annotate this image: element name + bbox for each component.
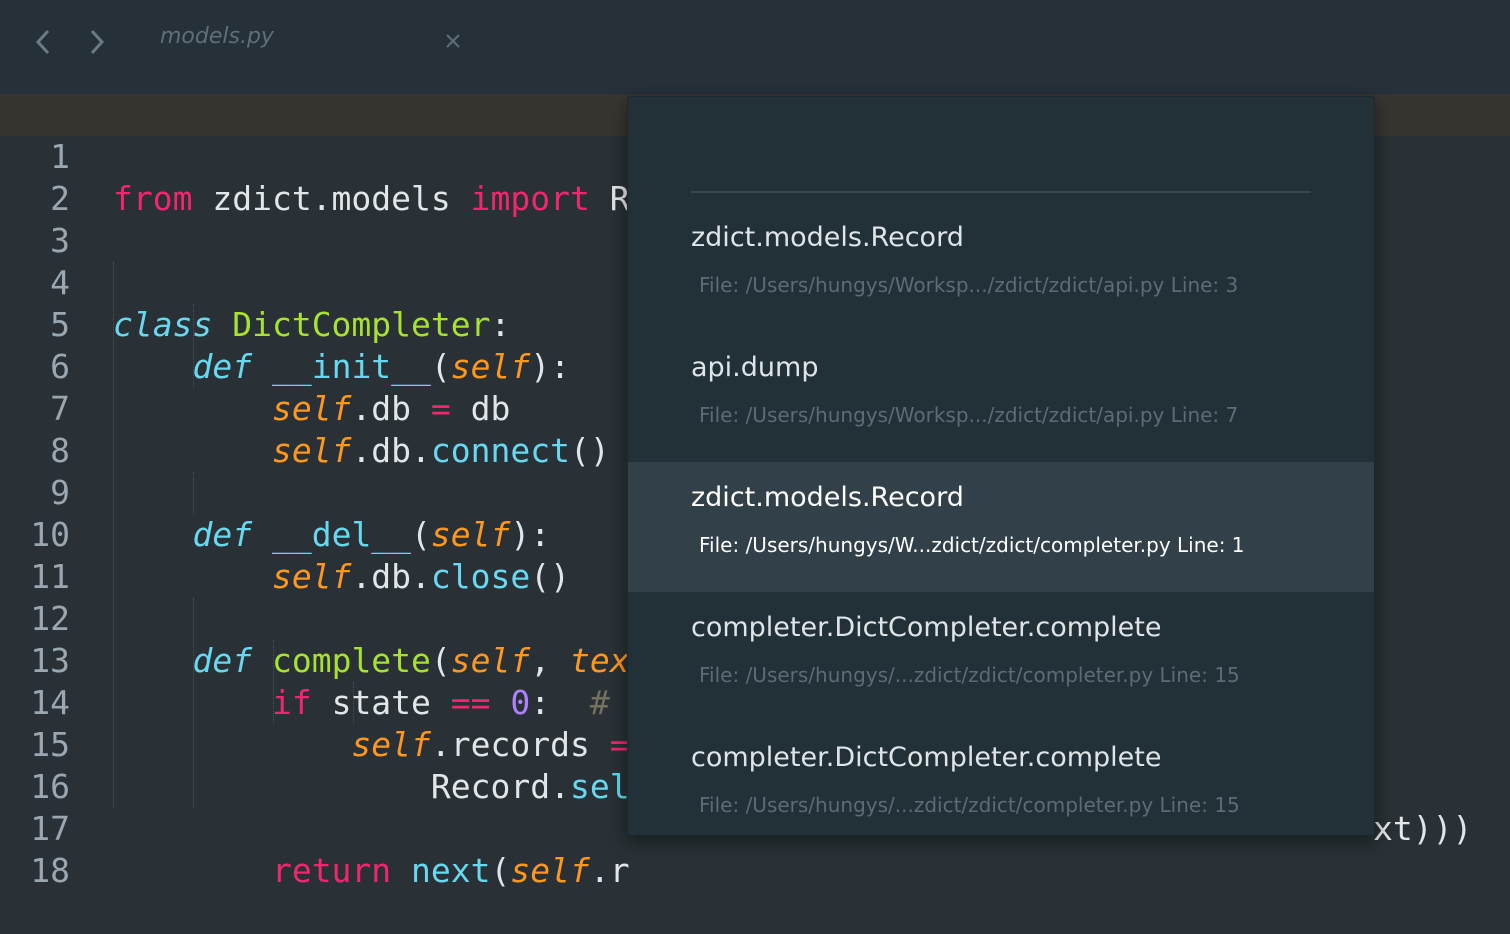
item-detail: File: /Users/hungys/Worksp.../zdict/zdic… [699, 273, 1239, 297]
item-detail: File: /Users/hungys/...zdict/zdict/compl… [699, 663, 1240, 687]
line-number: 18 [30, 851, 70, 890]
list-item[interactable]: completer.DictCompleter.complete File: /… [628, 592, 1374, 722]
item-detail: File: /Users/hungys/W...zdict/zdict/comp… [699, 533, 1245, 557]
item-title: zdict.models.Record [691, 482, 964, 513]
list-item[interactable]: completer.DictCompleter.complete File: /… [628, 722, 1374, 852]
close-icon[interactable] [440, 28, 466, 54]
chevron-left-icon[interactable] [28, 22, 58, 62]
tab-title[interactable]: models.py [160, 24, 274, 49]
list-item-selected[interactable]: zdict.models.Record File: /Users/hungys/… [628, 462, 1374, 592]
item-title: zdict.models.Record [691, 222, 964, 253]
item-title: completer.DictCompleter.complete [691, 742, 1162, 773]
chevron-right-icon[interactable] [82, 22, 112, 62]
definition-popup: zdict.models.Record File: /Users/hungys/… [627, 96, 1375, 836]
item-detail: File: /Users/hungys/Worksp.../zdict/zdic… [699, 403, 1239, 427]
item-detail: File: /Users/hungys/...zdict/zdict/compl… [699, 793, 1240, 817]
tab-bar: models.py [0, 0, 1510, 94]
list-item[interactable]: api.dump File: /Users/hungys/Worksp.../z… [628, 332, 1374, 462]
item-title: completer.DictCompleter.complete [691, 612, 1162, 643]
list-item[interactable]: zdict.models.Record File: /Users/hungys/… [628, 202, 1374, 332]
popup-search-input[interactable] [691, 127, 1311, 193]
item-title: api.dump [691, 352, 819, 383]
code-text: return next(self.r [271, 851, 630, 890]
